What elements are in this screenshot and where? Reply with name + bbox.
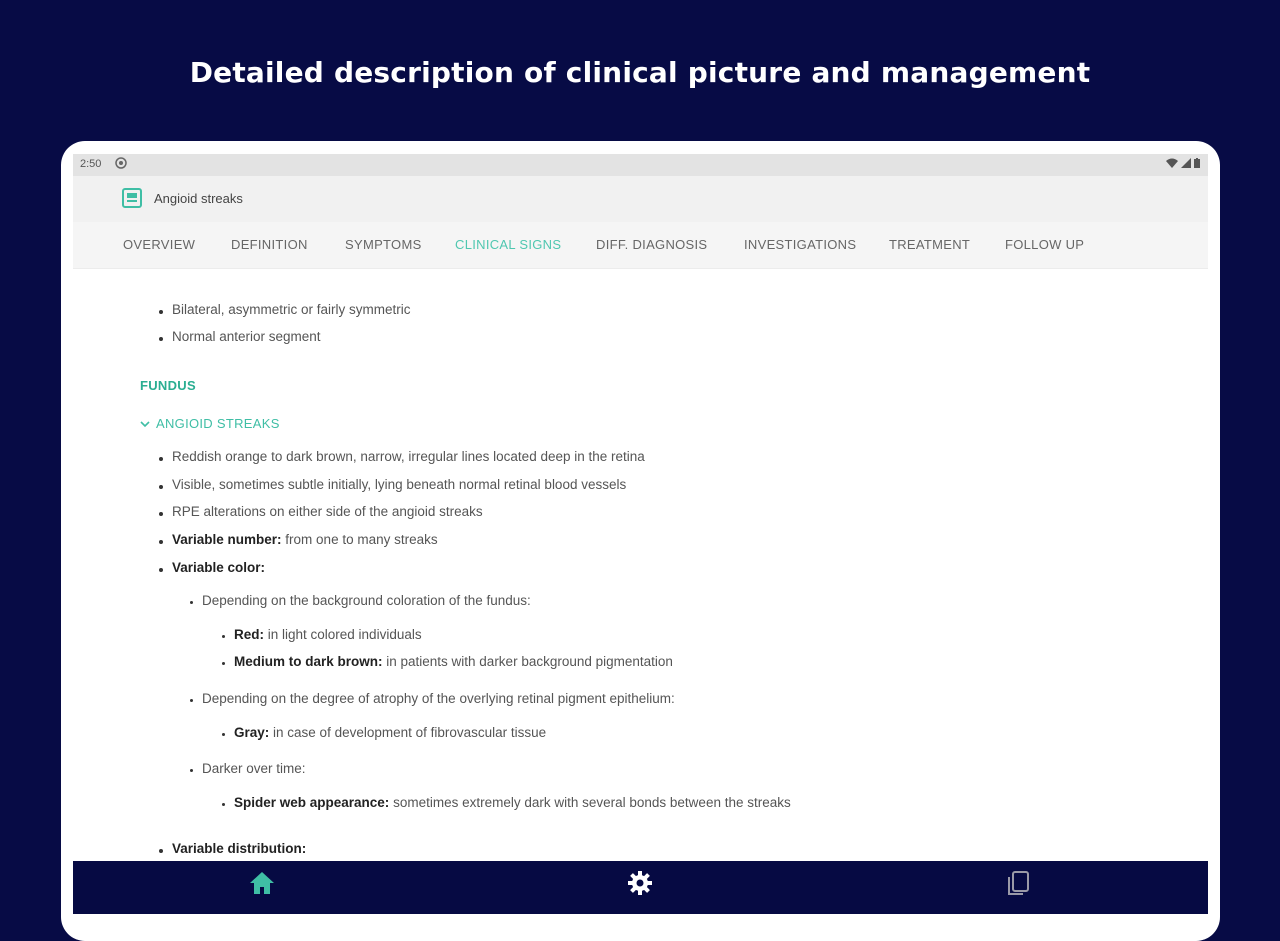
tab-treatment[interactable]: TREATMENT	[889, 222, 970, 268]
app-bar: Angioid streaks	[73, 176, 1208, 222]
tab-definition[interactable]: DEFINITION	[231, 222, 308, 268]
list-item: Depending on the background coloration o…	[202, 593, 531, 608]
status-bar: 2:50	[73, 154, 1208, 176]
tablet-frame: 2:50 Angioid streaks OVERVIEW DEFINITION	[61, 141, 1220, 941]
list-item: RPE alterations on either side of the an…	[172, 504, 483, 519]
bullet	[190, 601, 193, 604]
bullet	[222, 733, 225, 736]
bullet	[159, 310, 163, 314]
bullet	[190, 769, 193, 772]
app-title: Angioid streaks	[154, 191, 243, 206]
signal-icon	[1181, 158, 1191, 168]
tab-clinical-signs[interactable]: CLINICAL SIGNS	[455, 222, 561, 268]
subsection-angioid-streaks[interactable]: ANGIOID STREAKS	[140, 416, 280, 431]
list-item: Variable number: from one to many streak…	[172, 532, 438, 547]
bullet	[190, 699, 193, 702]
bullet	[159, 457, 163, 461]
list-item: Spider web appearance: sometimes extreme…	[234, 795, 791, 810]
tab-symptoms[interactable]: SYMPTOMS	[345, 222, 422, 268]
page-headline: Detailed description of clinical picture…	[189, 56, 1091, 89]
section-title-fundus: FUNDUS	[140, 378, 196, 393]
bullet	[159, 337, 163, 341]
bullet	[159, 485, 163, 489]
list-item: Red: in light colored individuals	[234, 627, 422, 642]
app-screen: 2:50 Angioid streaks OVERVIEW DEFINITION	[73, 154, 1208, 914]
home-icon[interactable]	[248, 869, 276, 897]
bullet	[222, 635, 225, 638]
list-item: Visible, sometimes subtle initially, lyi…	[172, 477, 627, 492]
subsection-label: ANGIOID STREAKS	[156, 416, 280, 431]
bullet	[159, 540, 163, 544]
list-item: Bilateral, asymmetric or fairly symmetri…	[172, 302, 411, 317]
wifi-icon	[1166, 158, 1178, 168]
bullet	[222, 803, 225, 806]
document-icon	[122, 188, 142, 208]
bullet	[159, 849, 163, 853]
list-item: Depending on the degree of atrophy of th…	[202, 691, 675, 706]
list-item: Variable color:	[172, 560, 266, 575]
notification-icon	[115, 157, 127, 169]
bullet	[159, 568, 163, 572]
tab-overview[interactable]: OVERVIEW	[123, 222, 195, 268]
list-item: Reddish orange to dark brown, narrow, ir…	[172, 449, 645, 464]
list-item: Normal anterior segment	[172, 329, 321, 344]
gear-icon[interactable]	[626, 869, 654, 897]
bullet	[222, 662, 225, 665]
chevron-down-icon	[140, 420, 150, 427]
system-icons	[1166, 158, 1200, 168]
list-item: Darker over time:	[202, 761, 306, 776]
list-item: Gray: in case of development of fibrovas…	[234, 725, 547, 740]
bullet	[159, 512, 163, 516]
list-item: Variable distribution:	[172, 841, 307, 856]
pages-icon[interactable]	[1004, 869, 1032, 897]
tab-diff-diagnosis[interactable]: DIFF. DIAGNOSIS	[596, 222, 707, 268]
status-time: 2:50	[80, 158, 102, 170]
list-item: Medium to dark brown: in patients with d…	[234, 654, 673, 669]
section-tabs: OVERVIEW DEFINITION SYMPTOMS CLINICAL SI…	[73, 222, 1208, 269]
bottom-nav	[73, 861, 1208, 914]
battery-icon	[1194, 158, 1200, 168]
tab-investigations[interactable]: INVESTIGATIONS	[744, 222, 856, 268]
tab-follow-up[interactable]: FOLLOW UP	[1005, 222, 1084, 268]
content-area[interactable]: Bilateral, asymmetric or fairly symmetri…	[73, 269, 1208, 869]
